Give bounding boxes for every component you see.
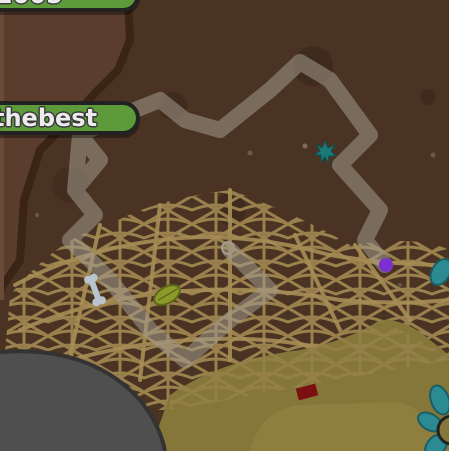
dust-speck <box>302 143 308 149</box>
dust-speck <box>430 152 436 158</box>
player-name-tag-top: _2005 <box>0 0 140 12</box>
player-name-top: _2005 <box>0 0 63 8</box>
game-viewport[interactable]: _2005 thebest <box>0 0 449 451</box>
player-name: thebest <box>0 104 98 132</box>
purple-orb[interactable] <box>379 258 393 272</box>
dust-speck <box>247 150 253 156</box>
dust-speck <box>35 213 39 217</box>
cave-wall-border <box>0 0 4 300</box>
dirt-hole <box>420 89 436 105</box>
player-name-tag: thebest <box>0 101 140 135</box>
game-world[interactable] <box>0 0 449 451</box>
